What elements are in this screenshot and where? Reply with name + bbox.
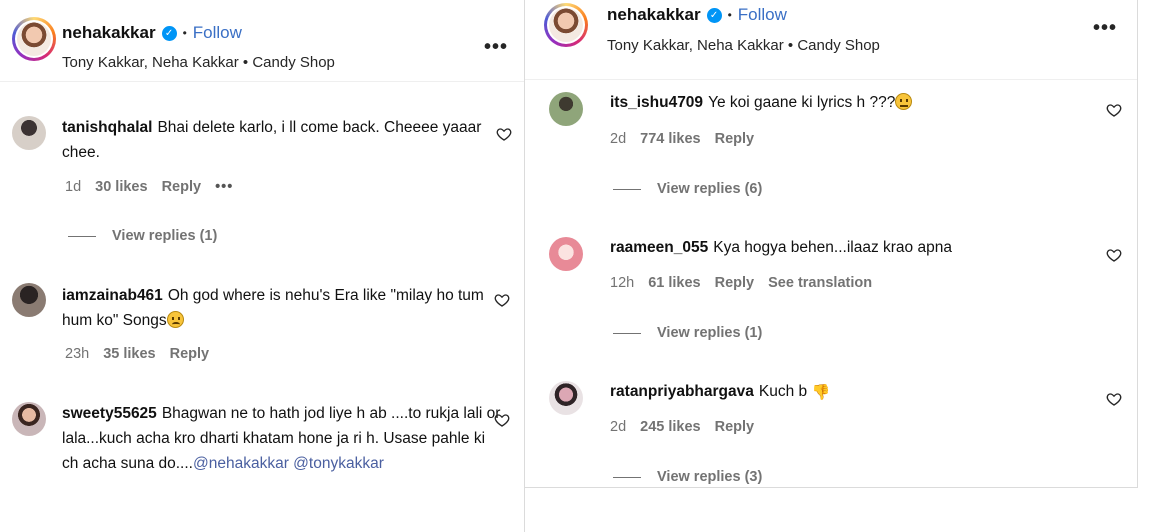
comment-time: 12h: [610, 275, 635, 291]
comment-meta: 1d 30 likes Reply •••: [65, 179, 233, 195]
commenter-avatar[interactable]: [12, 116, 46, 150]
commenter-avatar[interactable]: [549, 92, 583, 126]
reply-button[interactable]: Reply: [162, 179, 202, 195]
thumbs-down-icon: 👎: [811, 384, 831, 401]
see-translation-button[interactable]: See translation: [768, 275, 872, 291]
mention-link[interactable]: @nehakakkar: [193, 455, 289, 472]
heart-icon[interactable]: [1106, 247, 1122, 263]
commenter-avatar[interactable]: [549, 381, 583, 415]
heart-icon[interactable]: [496, 126, 512, 142]
verified-badge-icon: ✓: [161, 25, 177, 41]
post-header: nehakakkar ✓ • Follow Tony Kakkar, Neha …: [0, 0, 524, 82]
follow-button[interactable]: Follow: [738, 5, 787, 25]
commenter-username[interactable]: iamzainab461: [62, 287, 163, 304]
author-avatar[interactable]: [544, 3, 588, 47]
post-comments-panel-left: nehakakkar ✓ • Follow Tony Kakkar, Neha …: [0, 0, 525, 532]
author-username[interactable]: nehakakkar: [607, 5, 701, 25]
comment-likes[interactable]: 774 likes: [640, 131, 700, 147]
comment-time: 1d: [65, 179, 82, 195]
post-header: nehakakkar ✓ • Follow Tony Kakkar, Neha …: [525, 0, 1137, 80]
comment-time: 23h: [65, 346, 90, 362]
comment-text: ratanpriyabhargava Kuch b 👎: [610, 379, 1070, 405]
comment-time: 2d: [610, 131, 627, 147]
comment-text: tanishqhalal Bhai delete karlo, i ll come…: [62, 119, 482, 161]
commenter-username[interactable]: tanishqhalal: [62, 119, 152, 136]
heart-icon[interactable]: [1106, 102, 1122, 118]
post-audio-subtitle[interactable]: Tony Kakkar, Neha Kakkar • Candy Shop: [607, 37, 880, 54]
mention-link[interactable]: @tonykakkar: [293, 455, 384, 472]
more-options-icon[interactable]: •••: [1093, 17, 1117, 40]
heart-icon[interactable]: [494, 412, 510, 428]
comment-text: sweety55625 Bhagwan ne to hath jod liye h…: [62, 405, 501, 472]
view-replies-button[interactable]: View replies (3): [613, 469, 762, 485]
follow-button[interactable]: Follow: [193, 23, 242, 43]
post-audio-subtitle[interactable]: Tony Kakkar, Neha Kakkar • Candy Shop: [62, 54, 335, 71]
comment-meta: 12h 61 likes Reply See translation: [610, 275, 872, 291]
reply-button[interactable]: Reply: [715, 419, 755, 435]
view-replies-button[interactable]: View replies (1): [613, 325, 762, 341]
commenter-avatar[interactable]: [549, 237, 583, 271]
reply-button[interactable]: Reply: [170, 346, 210, 362]
reply-button[interactable]: Reply: [715, 131, 755, 147]
author-name-row: nehakakkar ✓ • Follow: [607, 5, 787, 25]
separator: •: [727, 8, 732, 22]
comment-text: raameen_055 Kya hogya behen...ilaaz krao …: [610, 239, 952, 256]
heart-icon[interactable]: [1106, 391, 1122, 407]
comment-meta: 23h 35 likes Reply: [65, 346, 209, 362]
author-username[interactable]: nehakakkar: [62, 23, 156, 43]
commenter-avatar[interactable]: [12, 402, 46, 436]
verified-badge-icon: ✓: [706, 7, 722, 23]
commenter-username[interactable]: sweety55625: [62, 405, 157, 422]
author-avatar-image: [549, 8, 583, 42]
comment-meta: 2d 774 likes Reply: [610, 131, 754, 147]
view-replies-button[interactable]: View replies (1): [68, 228, 217, 244]
comment-text: its_ishu4709 Ye koi gaane ki lyrics h ???: [610, 90, 1070, 115]
commenter-username[interactable]: its_ishu4709: [610, 94, 703, 111]
comment-time: 2d: [610, 419, 627, 435]
neutral-emoji-icon: [895, 93, 913, 110]
comment-meta: 2d 245 likes Reply: [610, 419, 754, 435]
commenter-username[interactable]: ratanpriyabhargava: [610, 383, 754, 400]
comment-likes[interactable]: 245 likes: [640, 419, 700, 435]
author-avatar-image: [17, 22, 51, 56]
more-options-icon[interactable]: •••: [484, 36, 508, 59]
view-replies-button[interactable]: View replies (6): [613, 181, 762, 197]
comment-text: iamzainab461 Oh god where is nehu's Era l…: [62, 287, 484, 329]
post-comments-panel-right: nehakakkar ✓ • Follow Tony Kakkar, Neha …: [524, 0, 1138, 488]
sad-emoji-icon: [166, 311, 184, 328]
comment-likes[interactable]: 61 likes: [648, 275, 700, 291]
comment-likes[interactable]: 35 likes: [103, 346, 155, 362]
comment-likes[interactable]: 30 likes: [95, 179, 147, 195]
comment-more-icon[interactable]: •••: [215, 179, 233, 195]
author-name-row: nehakakkar ✓ • Follow: [62, 23, 242, 43]
reply-button[interactable]: Reply: [715, 275, 755, 291]
separator: •: [182, 26, 187, 40]
commenter-avatar[interactable]: [12, 283, 46, 317]
heart-icon[interactable]: [494, 292, 510, 308]
commenter-username[interactable]: raameen_055: [610, 239, 708, 256]
author-avatar[interactable]: [12, 17, 56, 61]
